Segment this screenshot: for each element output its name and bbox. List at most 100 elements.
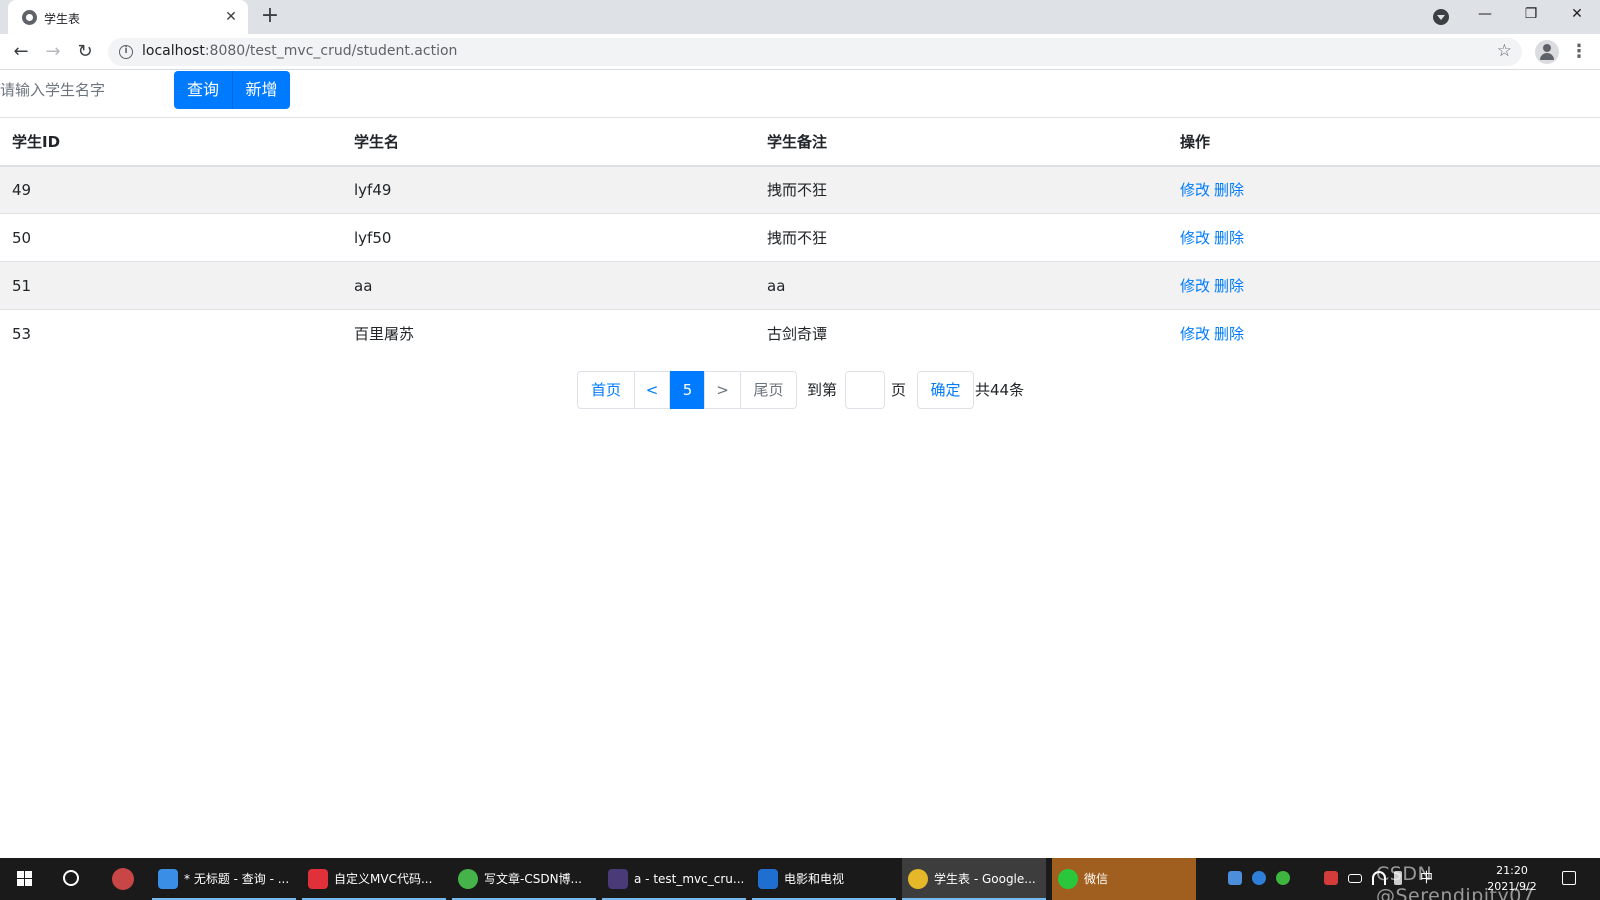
cell-actions: 修改 删除 bbox=[1168, 309, 1600, 358]
prev-page-button[interactable]: < bbox=[634, 371, 670, 409]
back-button[interactable]: ← bbox=[9, 40, 33, 64]
restore-button[interactable]: ❐ bbox=[1508, 0, 1554, 30]
tray-app-icon[interactable] bbox=[1228, 871, 1242, 885]
cell-student-note: 拽而不狂 bbox=[755, 165, 1168, 214]
table-row: 50 lyf50 拽而不狂 修改 删除 bbox=[0, 213, 1600, 262]
taskbar-app-label: 学生表 - Google... bbox=[934, 872, 1036, 886]
cell-actions: 修改 删除 bbox=[1168, 213, 1600, 262]
url-host: localhost bbox=[142, 43, 205, 59]
edit-link[interactable]: 修改 bbox=[1180, 325, 1210, 343]
delete-link[interactable]: 删除 bbox=[1214, 229, 1244, 247]
account-icon[interactable] bbox=[1535, 40, 1559, 64]
next-page-button[interactable]: > bbox=[704, 371, 741, 409]
url-path: :8080/test_mvc_crud/student.action bbox=[204, 43, 458, 59]
delete-link[interactable]: 删除 bbox=[1214, 277, 1244, 295]
eclipse-icon bbox=[608, 869, 628, 889]
windows-start-icon[interactable] bbox=[0, 858, 48, 900]
delete-link[interactable]: 删除 bbox=[1214, 325, 1244, 343]
table-row: 53 百里屠苏 古剑奇谭 修改 删除 bbox=[0, 309, 1600, 358]
student-table: 学生ID 学生名 学生备注 操作 49 lyf49 拽而不狂 修改 删除 50 l… bbox=[0, 117, 1600, 358]
taskbar-app-label: * 无标题 - 查询 - ... bbox=[184, 872, 290, 886]
browser-tab[interactable]: 学生表 ✕ bbox=[8, 0, 248, 34]
total-count-label: 共44条 bbox=[975, 381, 1025, 399]
url-text[interactable]: localhost:8080/test_mvc_crud/student.act… bbox=[142, 43, 457, 59]
minimize-button[interactable]: — bbox=[1462, 0, 1508, 30]
movies-tv-icon bbox=[758, 869, 778, 889]
csdn-watermark: CSDN @Serendipity07_ bbox=[1376, 863, 1545, 900]
page-unit-label: 页 bbox=[891, 381, 907, 399]
tab-search-icon[interactable] bbox=[1433, 9, 1449, 25]
wechat-icon bbox=[1058, 869, 1078, 889]
table-row: 51 aa aa 修改 删除 bbox=[0, 261, 1600, 310]
table-header-row: 学生ID 学生名 学生备注 操作 bbox=[0, 117, 1600, 167]
cell-student-name: 百里屠苏 bbox=[342, 309, 755, 358]
reload-button[interactable]: ↻ bbox=[73, 40, 97, 64]
forward-button[interactable]: → bbox=[41, 40, 65, 64]
tray-app-icon[interactable] bbox=[1252, 871, 1266, 885]
pagination: 首页 < 5 > 尾页 到第 页 确定 共44条 bbox=[0, 371, 1600, 409]
globe-icon bbox=[22, 10, 37, 25]
taskbar-app-chrome[interactable]: 学生表 - Google... bbox=[902, 858, 1046, 900]
bookmark-star-icon[interactable]: ☆ bbox=[1497, 41, 1512, 61]
close-window-button[interactable]: ✕ bbox=[1554, 0, 1600, 30]
taskbar-app-wechat[interactable]: 微信 bbox=[1052, 858, 1196, 900]
taskbar-app-label: 电影和电视 bbox=[784, 872, 845, 886]
cell-student-name: aa bbox=[342, 261, 755, 310]
close-tab-icon[interactable]: ✕ bbox=[222, 8, 240, 26]
cell-student-name: lyf49 bbox=[342, 165, 755, 214]
edit-link[interactable]: 修改 bbox=[1180, 181, 1210, 199]
table-row: 49 lyf49 拽而不狂 修改 删除 bbox=[0, 165, 1600, 214]
query-button[interactable]: 查询 bbox=[174, 71, 232, 109]
tray-security-icon[interactable] bbox=[1324, 871, 1338, 885]
cell-student-id: 50 bbox=[0, 213, 342, 262]
delete-link[interactable]: 删除 bbox=[1214, 181, 1244, 199]
first-page-button[interactable]: 首页 bbox=[577, 371, 635, 409]
taskbar-app-eclipse[interactable]: a - test_mvc_cru... bbox=[602, 858, 746, 900]
cell-student-name: lyf50 bbox=[342, 213, 755, 262]
info-icon[interactable]: i bbox=[119, 45, 133, 59]
cell-student-note: 古剑奇谭 bbox=[755, 309, 1168, 358]
cell-student-id: 51 bbox=[0, 261, 342, 310]
taskbar-app-label: a - test_mvc_cru... bbox=[634, 872, 745, 886]
cell-actions: 修改 删除 bbox=[1168, 261, 1600, 310]
taskbar-app-xmind[interactable]: 自定义MVC代码... bbox=[302, 858, 446, 900]
battery-icon[interactable] bbox=[1348, 874, 1362, 883]
cortana-search-icon[interactable] bbox=[63, 870, 79, 886]
student-name-input[interactable] bbox=[0, 71, 174, 109]
goto-page-input[interactable] bbox=[845, 371, 885, 409]
browser-360-icon bbox=[458, 869, 478, 889]
current-page-button[interactable]: 5 bbox=[670, 371, 705, 409]
cell-actions: 修改 删除 bbox=[1168, 165, 1600, 214]
goto-label: 到第 bbox=[807, 381, 838, 399]
taskbar-app-movies-tv[interactable]: 电影和电视 bbox=[752, 858, 896, 900]
page-content: 查询 新增 学生ID 学生名 学生备注 操作 49 lyf49 拽而不狂 修改删… bbox=[0, 71, 1600, 858]
cell-student-note: 拽而不狂 bbox=[755, 213, 1168, 262]
header-student-note: 学生备注 bbox=[755, 117, 1168, 167]
address-bar[interactable]: i localhost:8080/test_mvc_crud/student.a… bbox=[108, 38, 1522, 66]
taskbar-app-label: 微信 bbox=[1084, 872, 1109, 886]
cell-student-id: 49 bbox=[0, 165, 342, 214]
taskbar-app-label: 写文章-CSDN博... bbox=[484, 872, 582, 886]
header-student-name: 学生名 bbox=[342, 117, 755, 167]
add-button[interactable]: 新增 bbox=[232, 71, 290, 109]
pinned-app-icon[interactable] bbox=[112, 868, 134, 890]
browser-menu-icon[interactable]: ⋮ bbox=[1570, 42, 1588, 62]
new-tab-button[interactable]: + bbox=[258, 5, 282, 29]
last-page-button[interactable]: 尾页 bbox=[740, 371, 797, 409]
tab-title: 学生表 bbox=[44, 12, 81, 26]
taskbar-app-label: 自定义MVC代码... bbox=[334, 872, 433, 886]
header-actions: 操作 bbox=[1168, 117, 1600, 167]
xmind-icon bbox=[308, 869, 328, 889]
taskbar-app-360-browser[interactable]: 写文章-CSDN博... bbox=[452, 858, 596, 900]
edit-link[interactable]: 修改 bbox=[1180, 229, 1210, 247]
taskbar-app-navicat[interactable]: * 无标题 - 查询 - ... bbox=[152, 858, 296, 900]
edit-link[interactable]: 修改 bbox=[1180, 277, 1210, 295]
navicat-icon bbox=[158, 869, 178, 889]
windows-taskbar: * 无标题 - 查询 - ... 自定义MVC代码... 写文章-CSDN博..… bbox=[0, 858, 1600, 900]
confirm-goto-button[interactable]: 确定 bbox=[917, 371, 974, 409]
header-student-id: 学生ID bbox=[0, 117, 342, 167]
browser-toolbar: ← → ↻ i localhost:8080/test_mvc_crud/stu… bbox=[0, 34, 1600, 70]
cell-student-note: aa bbox=[755, 261, 1168, 310]
browser-tab-bar: 学生表 ✕ + — ❐ ✕ bbox=[0, 0, 1600, 34]
tray-app-icon[interactable] bbox=[1276, 871, 1290, 885]
